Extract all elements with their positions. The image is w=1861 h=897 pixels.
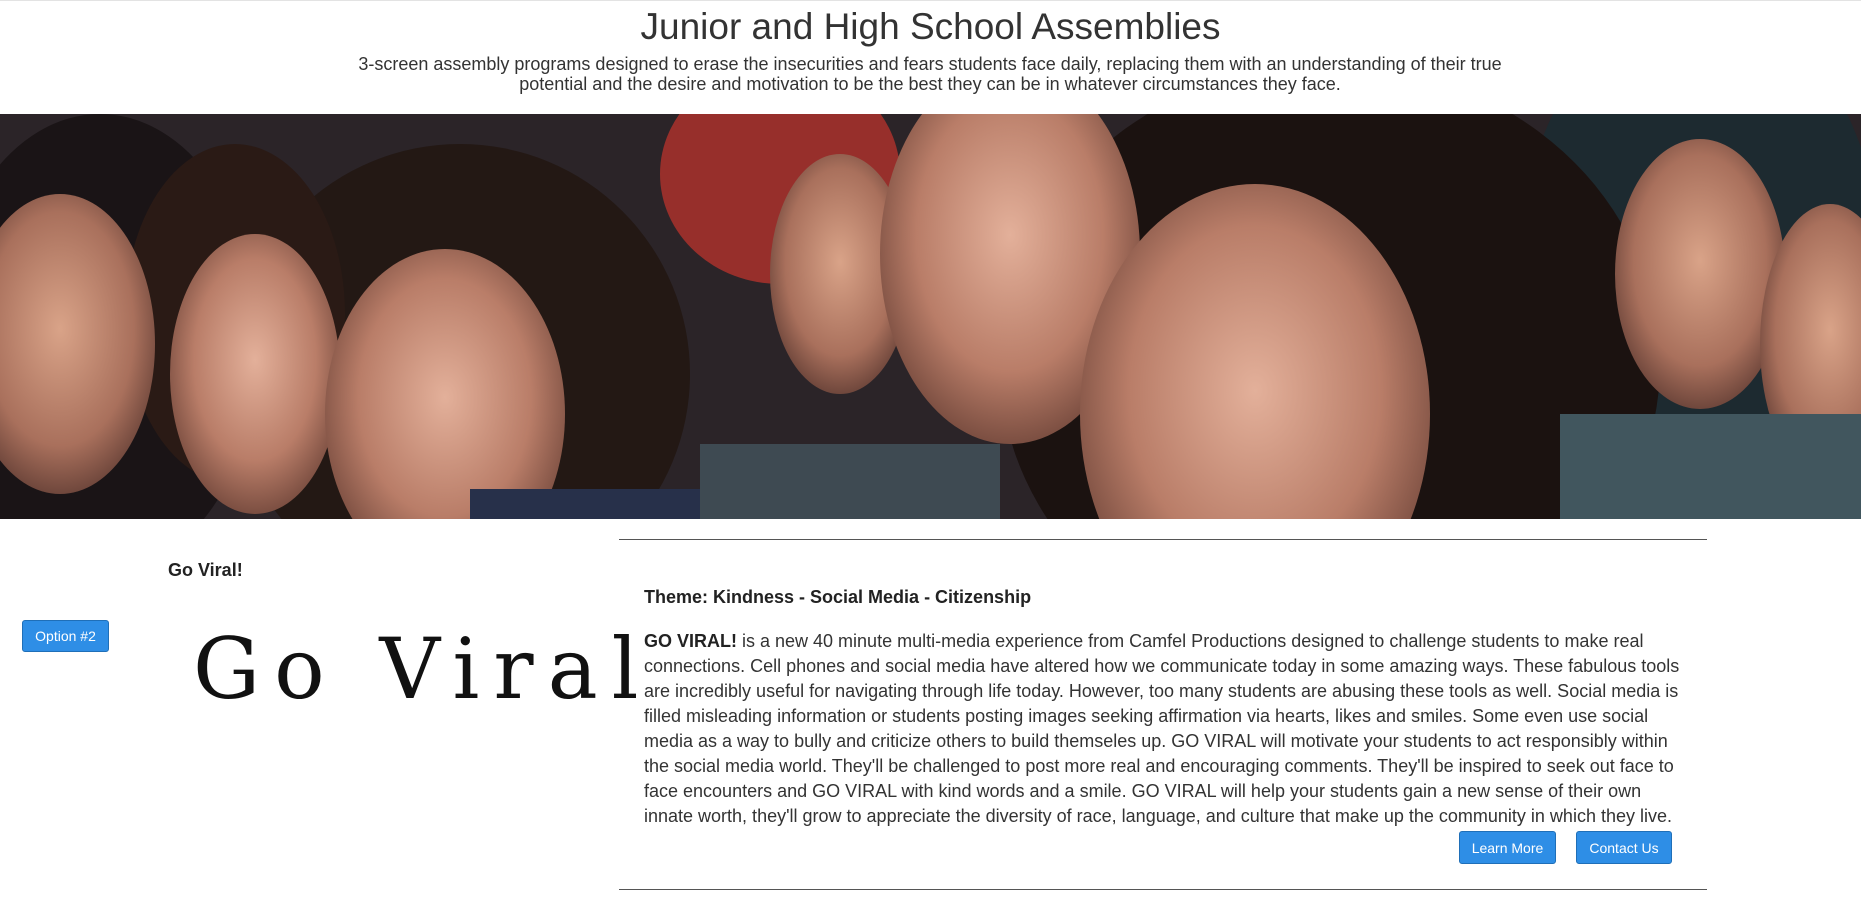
go-viral-logo: Go Viral	[193, 620, 653, 718]
page-title: Junior and High School Assemblies	[640, 6, 1221, 47]
hero-photo	[0, 114, 1861, 519]
content-divider-top	[619, 539, 1707, 540]
page-subtitle: 3-screen assembly programs designed to e…	[358, 54, 1502, 94]
program-theme: Theme: Kindness - Social Media - Citizen…	[644, 587, 1032, 607]
program-description: GO VIRAL! is a new 40 minute multi-media…	[644, 629, 1689, 829]
program-description-text: is a new 40 minute multi-media experienc…	[644, 631, 1680, 826]
option-button[interactable]: Option #2	[22, 620, 109, 652]
program-name: Go Viral!	[168, 560, 243, 580]
hero-photo-illustration	[0, 114, 1861, 519]
program-lead: GO VIRAL!	[644, 631, 737, 651]
top-divider	[0, 0, 1861, 1]
learn-more-button[interactable]: Learn More	[1459, 831, 1556, 864]
content-divider-bottom	[619, 889, 1707, 890]
contact-us-button[interactable]: Contact Us	[1576, 831, 1672, 864]
